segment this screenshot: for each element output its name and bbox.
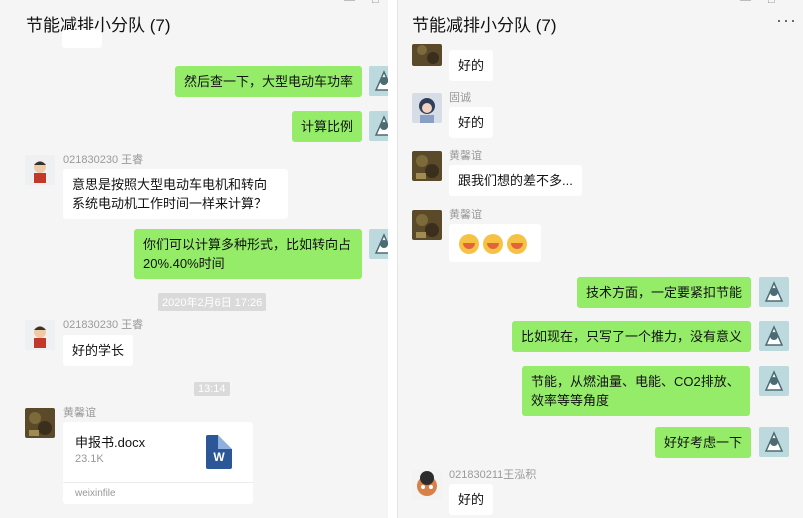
pin-icon[interactable]: ⌃ bbox=[712, 0, 721, 7]
user-avatar-wangrui[interactable] bbox=[25, 155, 55, 185]
sender-name: 黄馨谊 bbox=[449, 150, 482, 162]
message-bubble-self: 技术方面，一定要紧扣节能 bbox=[576, 277, 751, 308]
emoji-message-bubble bbox=[449, 224, 541, 262]
chat-title: 节能减排小分队 (7) bbox=[412, 16, 557, 35]
minimize-icon[interactable]: — bbox=[344, 0, 355, 6]
timestamp: 13:14 bbox=[194, 382, 230, 396]
self-avatar[interactable] bbox=[759, 277, 789, 307]
user-avatar-huangxinyi[interactable] bbox=[412, 210, 442, 240]
message-bubble-self: 计算比例 bbox=[291, 111, 362, 142]
partial-message-bubble bbox=[62, 30, 102, 48]
message-bubble-other: 意思是按照大型电动车电机和转向系统电动机工作时间一样来计算？ bbox=[63, 169, 288, 219]
self-avatar[interactable] bbox=[369, 66, 388, 96]
screenshot: 节能减排小分队 (7) ⌃ — □ 然后查一下，大型电动车功率 计算比例 021… bbox=[0, 0, 803, 518]
message-bubble-self: 然后查一下，大型电动车功率 bbox=[174, 66, 362, 97]
user-avatar-gucheng[interactable] bbox=[412, 93, 442, 123]
sender-name: 黄馨谊 bbox=[449, 209, 482, 221]
pin-icon[interactable]: ⌃ bbox=[316, 0, 325, 7]
message-bubble-other: 好的 bbox=[449, 50, 494, 81]
maximize-icon[interactable]: □ bbox=[372, 0, 379, 6]
file-source: weixinfile bbox=[75, 488, 116, 499]
timestamp: 2020年2月6日 17:26 bbox=[158, 293, 267, 311]
sender-name: 021830211王泓积 bbox=[449, 469, 537, 481]
word-icon: W bbox=[206, 435, 232, 469]
laugh-cry-emoji bbox=[459, 233, 479, 254]
sender-name: 黄馨谊 bbox=[63, 407, 96, 419]
message-bubble-other: 好的 bbox=[449, 107, 494, 138]
user-avatar-wangrui[interactable] bbox=[25, 320, 55, 350]
user-avatar-huangxinyi[interactable] bbox=[25, 408, 55, 438]
file-name: 申报书.docx bbox=[75, 435, 146, 450]
message-bubble-self: 节能，从燃油量、电能、CO2排放、效率等等角度 bbox=[522, 366, 750, 416]
message-bubble-other: 好的学长 bbox=[63, 335, 134, 366]
more-options-icon[interactable]: ··· bbox=[776, 10, 797, 31]
user-avatar-huangxinyi[interactable] bbox=[412, 151, 442, 181]
sender-name: 021830230 王睿 bbox=[63, 319, 144, 331]
self-avatar[interactable] bbox=[369, 111, 388, 141]
sender-name: 021830230 王睿 bbox=[63, 154, 144, 166]
right-chat-window: 节能减排小分队 (7) ⌃ — □ ··· 好的 固诚 好的 黄馨谊 跟我们想的… bbox=[397, 0, 803, 518]
file-card[interactable]: 申报书.docx 23.1K W weixinfile bbox=[63, 422, 253, 504]
laugh-cry-emoji bbox=[507, 233, 527, 254]
left-title-bar: 节能减排小分队 (7) ⌃ — □ bbox=[0, 0, 388, 42]
file-card-divider bbox=[63, 482, 253, 483]
message-bubble-other: 好的 bbox=[449, 484, 494, 515]
minimize-icon[interactable]: — bbox=[740, 0, 751, 6]
file-size: 23.1K bbox=[75, 453, 104, 465]
maximize-icon[interactable]: □ bbox=[768, 0, 775, 6]
left-chat-window: 节能减排小分队 (7) ⌃ — □ 然后查一下，大型电动车功率 计算比例 021… bbox=[0, 0, 388, 518]
message-bubble-other: 跟我们想的差不多... bbox=[449, 165, 582, 196]
message-bubble-self: 你们可以计算多种形式，比如转向占20%.40%时间 bbox=[134, 229, 362, 279]
right-title-bar: 节能减排小分队 (7) ⌃ — □ ··· bbox=[398, 0, 803, 42]
message-bubble-self: 好好考虑一下 bbox=[654, 427, 751, 458]
message-bubble-self: 比如现在，只写了一个推力，没有意义 bbox=[511, 321, 751, 352]
self-avatar[interactable] bbox=[759, 427, 789, 457]
user-avatar-huangxinyi[interactable] bbox=[412, 44, 442, 66]
user-avatar-wanghongji[interactable] bbox=[412, 470, 442, 500]
sender-name: 固诚 bbox=[449, 92, 471, 104]
self-avatar[interactable] bbox=[369, 229, 388, 259]
laugh-cry-emoji bbox=[483, 233, 503, 254]
window-gap bbox=[388, 0, 397, 518]
self-avatar[interactable] bbox=[759, 321, 789, 351]
self-avatar[interactable] bbox=[759, 366, 789, 396]
